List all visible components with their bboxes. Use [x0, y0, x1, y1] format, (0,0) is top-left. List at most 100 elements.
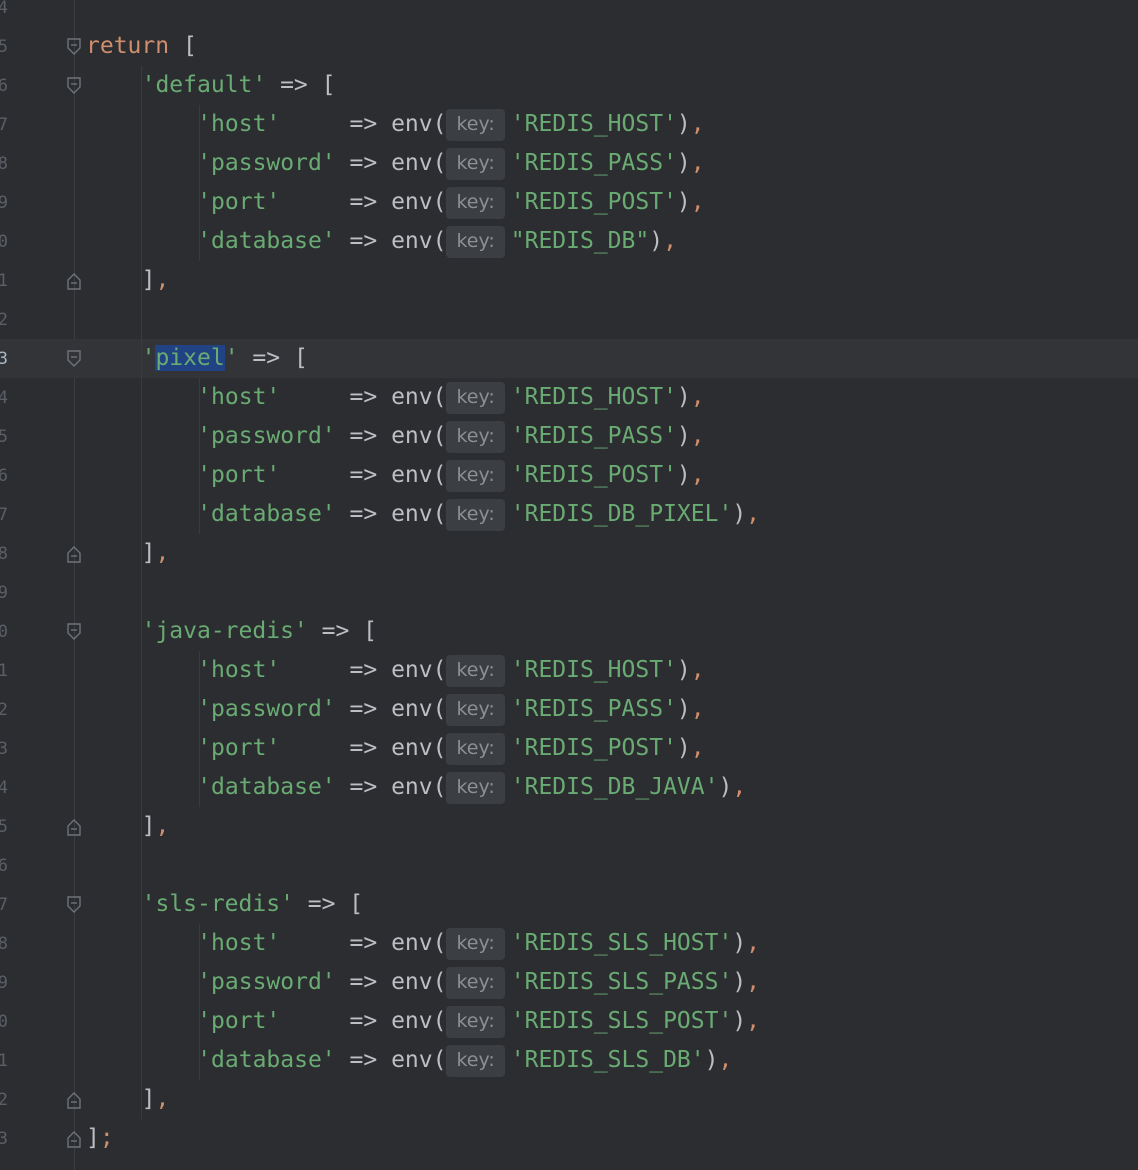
code-text[interactable]: 'database' => env(key: 'REDIS_DB_JAVA'), — [197, 772, 746, 804]
selected-text: pixel — [155, 345, 225, 371]
close-paren: ) — [704, 1047, 719, 1073]
code-text[interactable]: 'database' => env(key: "REDIS_DB"), — [197, 226, 677, 258]
entry-key: 'password' — [197, 150, 336, 176]
code-text[interactable]: 'password' => env(key: 'REDIS_PASS'), — [197, 694, 705, 726]
comma: , — [155, 1086, 170, 1112]
code-text[interactable]: 'database' => env(key: 'REDIS_DB_PIXEL'), — [197, 499, 760, 531]
close-paren: ) — [732, 930, 747, 956]
line-number: 5 — [0, 817, 8, 837]
arrow-operator: => — [349, 1008, 392, 1034]
entry-key: 'database' — [197, 501, 336, 527]
comma: , — [690, 462, 705, 488]
code-editor[interactable]: 4 5 return [6'default' => [7'host' => env(… — [0, 0, 1138, 1170]
parameter-hint: key: — [446, 694, 505, 726]
code-line: 9 'port' => env(key: 'REDIS_POST'), — [0, 183, 1138, 222]
padding — [280, 1008, 349, 1034]
indent-guide — [199, 651, 200, 807]
line-number: 4 — [0, 388, 8, 408]
padding — [280, 384, 349, 410]
fold-close-icon[interactable] — [66, 818, 82, 836]
code-line: 3 'port' => env(key: 'REDIS_POST'), — [0, 729, 1138, 768]
indent-guide — [199, 924, 200, 1080]
line-number: 1 — [0, 271, 8, 291]
code-text[interactable]: 'port' => env(key: 'REDIS_POST'), — [197, 187, 705, 219]
code-line: 5 return [ — [0, 27, 1138, 66]
code-line: 6 'port' => env(key: 'REDIS_POST'), — [0, 456, 1138, 495]
line-number: 6 — [0, 466, 8, 486]
fold-open-icon[interactable] — [66, 623, 82, 641]
padding — [336, 501, 350, 527]
code-text[interactable]: ], — [142, 811, 170, 842]
env-function: env( — [391, 735, 447, 761]
fold-open-icon[interactable] — [66, 38, 82, 56]
line-number: 9 — [0, 583, 8, 603]
entry-key: 'host' — [197, 657, 281, 683]
code-text[interactable]: ], — [142, 265, 170, 296]
group-key: 'sls-redis' — [141, 891, 294, 917]
code-text[interactable]: ]; — [86, 1123, 114, 1154]
fold-close-icon[interactable] — [66, 545, 82, 563]
fold-open-icon[interactable] — [66, 77, 82, 95]
code-text[interactable]: 'database' => env(key: 'REDIS_SLS_DB'), — [197, 1045, 732, 1077]
code-text[interactable]: 'pixel' => [ — [142, 343, 308, 374]
arrow-operator: => [ — [293, 891, 364, 917]
line-number: 7 — [0, 505, 8, 525]
entry-value: 'REDIS_PASS' — [510, 150, 677, 176]
code-text[interactable]: return [ — [86, 31, 197, 62]
env-function: env( — [391, 1047, 447, 1073]
arrow-operator: => — [349, 696, 392, 722]
entry-value: 'REDIS_HOST' — [510, 384, 677, 410]
code-text[interactable]: 'java-redis' => [ — [142, 616, 377, 647]
code-text[interactable]: 'default' => [ — [142, 70, 336, 101]
fold-close-icon[interactable] — [66, 1130, 82, 1148]
code-line: 1 'host' => env(key: 'REDIS_HOST'), — [0, 651, 1138, 690]
parameter-hint: key: — [446, 772, 505, 804]
padding — [280, 930, 349, 956]
code-line: 8], — [0, 534, 1138, 573]
parameter-hint: key: — [446, 382, 505, 414]
close-paren: ) — [732, 969, 747, 995]
line-number: 9 — [0, 973, 8, 993]
line-number: 2 — [0, 310, 8, 330]
line-number: 3 — [0, 349, 8, 369]
parameter-hint: key: — [446, 148, 505, 180]
entry-value: 'REDIS_PASS' — [510, 696, 677, 722]
code-text[interactable]: ], — [142, 538, 170, 569]
entry-key: 'password' — [197, 423, 336, 449]
fold-open-icon[interactable] — [66, 350, 82, 368]
line-number: 7 — [0, 895, 8, 915]
line-number: 2 — [0, 1090, 8, 1110]
arrow-operator: => — [349, 930, 392, 956]
close-bracket: ] — [141, 267, 156, 293]
env-function: env( — [391, 423, 447, 449]
entry-key: 'password' — [197, 969, 336, 995]
arrow-operator: => — [349, 657, 392, 683]
code-text[interactable]: 'port' => env(key: 'REDIS_POST'), — [197, 460, 705, 492]
comma: , — [718, 1047, 733, 1073]
entry-key: 'port' — [197, 735, 281, 761]
code-text[interactable]: ], — [142, 1084, 170, 1115]
code-text[interactable]: 'host' => env(key: 'REDIS_HOST'), — [197, 109, 705, 141]
fold-close-icon[interactable] — [66, 272, 82, 290]
open-bracket: [ — [169, 33, 197, 59]
close-paren: ) — [732, 1008, 747, 1034]
code-text[interactable]: 'password' => env(key: 'REDIS_PASS'), — [197, 148, 705, 180]
code-text[interactable]: 'host' => env(key: 'REDIS_HOST'), — [197, 382, 705, 414]
comma: , — [690, 189, 705, 215]
entry-key: 'host' — [197, 930, 281, 956]
code-text[interactable]: 'password' => env(key: 'REDIS_PASS'), — [197, 421, 705, 453]
code-text[interactable]: 'host' => env(key: 'REDIS_HOST'), — [197, 655, 705, 687]
code-text[interactable]: 'sls-redis' => [ — [142, 889, 364, 920]
close-paren: ) — [676, 150, 691, 176]
code-line: 6 'default' => [ — [0, 66, 1138, 105]
parameter-hint: key: — [446, 460, 505, 492]
code-text[interactable]: 'port' => env(key: 'REDIS_POST'), — [197, 733, 705, 765]
fold-open-icon[interactable] — [66, 896, 82, 914]
code-text[interactable]: 'host' => env(key: 'REDIS_SLS_HOST'), — [197, 928, 760, 960]
fold-close-icon[interactable] — [66, 1091, 82, 1109]
code-line: 9 — [0, 573, 1138, 612]
code-text[interactable]: 'port' => env(key: 'REDIS_SLS_POST'), — [197, 1006, 760, 1038]
parameter-hint: key: — [446, 421, 505, 453]
return-keyword: return — [86, 33, 170, 59]
code-text[interactable]: 'password' => env(key: 'REDIS_SLS_PASS'), — [197, 967, 760, 999]
